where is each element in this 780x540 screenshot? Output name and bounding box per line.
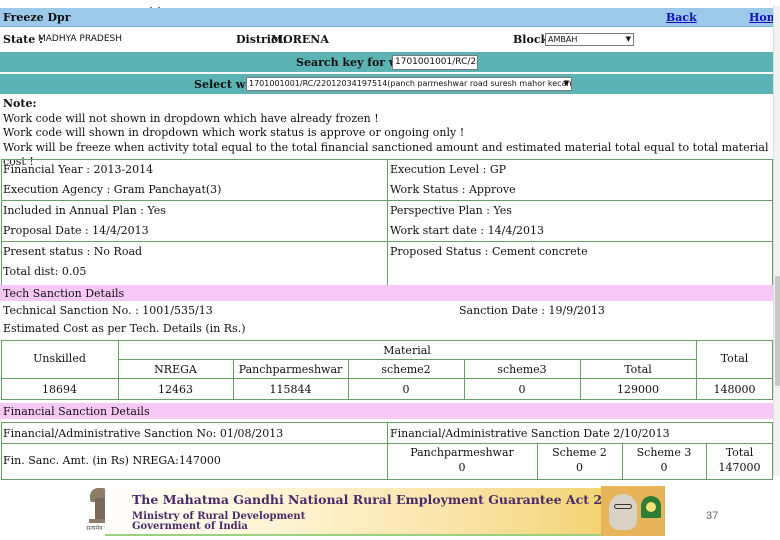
value-unskilled: 18694 [42, 383, 77, 396]
search-input-value: 1701001001/RC/22012( [395, 57, 477, 67]
work-select[interactable]: 1701001001/RC/22012034197514(panch parme… [246, 77, 572, 91]
back-link[interactable]: Back [666, 11, 697, 24]
estimated-cost-label: Estimated Cost as per Tech. Details (in … [3, 322, 246, 335]
grid-divider [387, 159, 388, 286]
unskilled-header: Unskilled [33, 352, 86, 365]
district-value: MORENA [271, 33, 329, 46]
scrollbar-thumb[interactable] [775, 276, 780, 386]
fin-sanction-amount: Fin. Sanc. Amt. (in Rs) NREGA:147000 [3, 454, 221, 467]
proposal-date: Proposal Date : 14/4/2013 [3, 224, 149, 237]
value-panchparmeshwar: 115844 [269, 383, 312, 396]
government-line: Government of India [132, 521, 248, 532]
note-line: Work code will not shown in dropdown whi… [3, 111, 379, 125]
technical-sanction-no: Technical Sanction No. : 1001/535/13 [3, 304, 213, 317]
gandhi-portrait-icon [601, 486, 665, 536]
select-work-band: Select work 1701001001/RC/22012034197514… [0, 74, 773, 94]
act-title: The Mahatma Gandhi National Rural Employ… [132, 492, 629, 507]
tech-sanction-title: Tech Sanction Details [3, 287, 125, 300]
grid-divider [1, 241, 773, 242]
proposed-status: Proposed Status : Cement concrete [390, 245, 588, 258]
value-nrega: 12463 [158, 383, 193, 396]
fin-value-scheme3: 0 [660, 461, 668, 474]
col-panchparmeshwar: Panchparmeshwar [238, 363, 343, 376]
table-divider [118, 359, 696, 360]
mgnrega-logo-icon [641, 496, 661, 518]
annual-plan: Included in Annual Plan : Yes [3, 204, 166, 217]
execution-level: Execution Level : GP [390, 163, 507, 176]
fin-value-scheme2: 0 [576, 461, 583, 474]
page-title: Freeze Dpr [3, 11, 71, 24]
grid-divider [1, 200, 773, 201]
state-value: MADHYA PRADESH [38, 34, 123, 44]
fin-col-total: Total [725, 446, 754, 459]
admin-sanction-no: Financial/Administrative Sanction No: 01… [3, 427, 284, 440]
tech-sanction-header: Tech Sanction Details [0, 285, 773, 301]
admin-sanction-date: Financial/Administrative Sanction Date 2… [390, 427, 670, 440]
total-header: Total [720, 352, 749, 365]
top-artifact [150, 0, 170, 10]
financial-year: Financial Year : 2013-2014 [3, 163, 154, 176]
chevron-down-icon: ▼ [625, 35, 631, 43]
value-scheme2: 0 [402, 383, 410, 396]
browser-viewport: Freeze Dpr Back Home State : MADHYA PRAD… [0, 0, 780, 482]
block-select[interactable]: AMBAH ▼ [545, 33, 634, 46]
value-scheme3: 0 [518, 383, 526, 396]
sanction-date: Sanction Date : 19/9/2013 [459, 304, 605, 317]
execution-agency: Execution Agency : Gram Panchayat(3) [3, 183, 222, 196]
search-input[interactable]: 1701001001/RC/22012( [392, 55, 478, 70]
fin-col-scheme2: Scheme 2 [552, 446, 607, 459]
fin-value-panchparmeshwar: 0 [458, 461, 466, 474]
fin-col-scheme3: Scheme 3 [636, 446, 692, 459]
fin-col-panchparmeshwar: Panchparmeshwar [410, 446, 514, 459]
fin-value-total: 147000 [718, 461, 761, 474]
present-status: Present status : No Road [3, 245, 143, 258]
perspective-plan: Perspective Plan : Yes [390, 204, 512, 217]
slide-page-number: 37 [706, 510, 719, 522]
work-select-value: 1701001001/RC/22012034197514(panch parme… [249, 79, 571, 88]
note-line: Work code will shown in dropdown which w… [3, 126, 465, 139]
search-band: Search key for work 1701001001/RC/22012( [0, 52, 773, 72]
financial-sanction-title: Financial Sanction Details [3, 405, 150, 418]
location-row: State : MADHYA PRADESH District: MORENA … [0, 28, 773, 50]
value-material-total: 129000 [617, 383, 659, 396]
ministry-text: Ministry of Rural Development Government… [132, 512, 305, 532]
table-divider [1, 378, 773, 379]
mgnrega-banner: सत्यमेव जयते The Mahatma Gandhi National… [80, 482, 780, 540]
financial-sanction-header: Financial Sanction Details [0, 403, 773, 419]
col-nrega: NREGA [154, 363, 197, 376]
block-select-value: AMBAH [548, 35, 578, 44]
value-total: 148000 [713, 383, 756, 396]
material-header: Material [383, 344, 431, 357]
chevron-down-icon: ▼ [563, 79, 569, 87]
col-material-total: Total [624, 363, 652, 376]
col-scheme2: scheme2 [381, 363, 431, 376]
col-scheme3: scheme3 [497, 363, 547, 376]
total-distance: Total dist: 0.05 [3, 265, 87, 278]
title-bar: Freeze Dpr Back Home [0, 8, 780, 27]
work-status: Work Status : Approve [390, 183, 516, 196]
notes-heading: Note: [3, 97, 37, 110]
work-start-date: Work start date : 14/4/2013 [390, 224, 545, 237]
vertical-scrollbar[interactable] [773, 6, 780, 476]
